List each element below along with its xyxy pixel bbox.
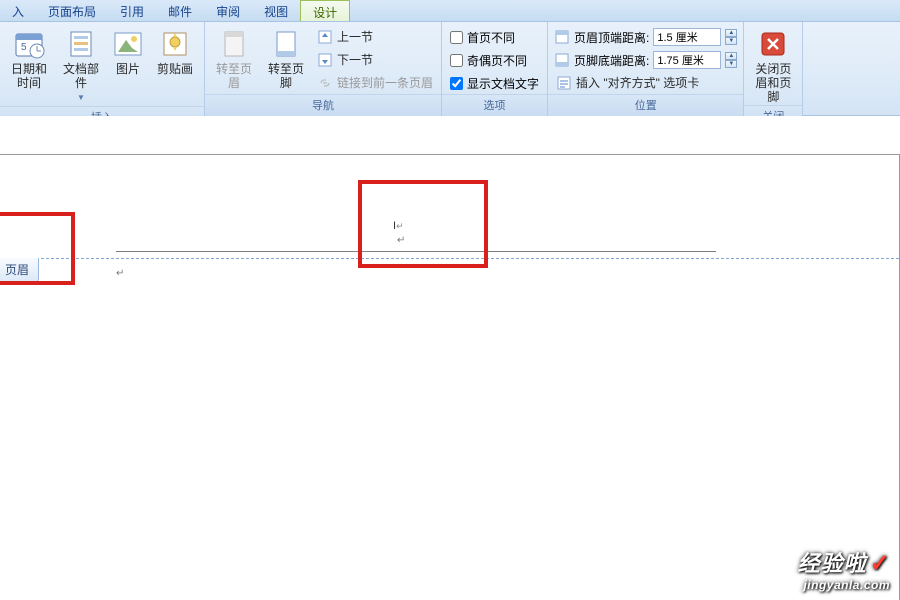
align-tab-icon	[556, 75, 572, 91]
link-prev-button[interactable]: 链接到前一条页眉	[313, 72, 437, 94]
close-hf-label: 关闭页眉和页脚	[750, 62, 796, 104]
prev-section-button[interactable]: 上一节	[313, 26, 437, 48]
tab-mail[interactable]: 邮件	[156, 0, 204, 21]
clipart-label: 剪贴画	[157, 62, 193, 76]
document-area: 页眉 I↵ ↵ ↵	[0, 116, 900, 600]
next-section-button[interactable]: 下一节	[313, 49, 437, 71]
tab-view[interactable]: 视图	[252, 0, 300, 21]
text-cursor[interactable]: I↵	[393, 220, 404, 232]
group-nav-label: 导航	[205, 94, 441, 116]
first-page-diff-check[interactable]: 首页不同	[446, 26, 543, 48]
link-icon	[317, 75, 333, 91]
watermark: 经验啦 ✓ jingyanla.com	[798, 546, 890, 592]
header-top-spinner[interactable]: ▲▼	[725, 29, 737, 45]
group-position-label: 位置	[548, 94, 743, 116]
tab-review[interactable]: 审阅	[204, 0, 252, 21]
header-distance-icon	[554, 29, 570, 45]
first-page-diff-checkbox[interactable]	[450, 31, 463, 44]
footer-bottom-row: 页脚底端距离: 1.75 厘米 ▲▼	[552, 49, 739, 71]
doc-parts-button[interactable]: 文档部件 ▼	[56, 26, 106, 106]
ribbon: 5 日期和时间 文档部件 ▼ 图片 剪贴画	[0, 22, 900, 116]
tab-reference[interactable]: 引用	[108, 0, 156, 21]
show-doc-text-check[interactable]: 显示文档文字	[446, 72, 543, 94]
paragraph-mark-1: ↵	[397, 235, 405, 246]
datetime-label: 日期和时间	[6, 62, 52, 90]
down-arrow-icon	[317, 52, 333, 68]
clipart-icon	[159, 28, 191, 60]
ribbon-group-options: 首页不同 奇偶页不同 显示文档文字 选项	[442, 22, 548, 115]
ribbon-group-nav: 转至页眉 转至页脚 上一节 下一节 链接到前一条页眉	[205, 22, 442, 115]
goto-footer-button[interactable]: 转至页脚	[261, 26, 311, 91]
ribbon-group-close: 关闭页眉和页脚 关闭	[744, 22, 803, 115]
header-tag: 页眉	[0, 258, 39, 282]
svg-text:5: 5	[21, 42, 27, 53]
datetime-button[interactable]: 5 日期和时间	[4, 26, 54, 91]
goto-header-button[interactable]: 转至页眉	[209, 26, 259, 91]
header-underline	[116, 251, 716, 252]
footer-bottom-input[interactable]: 1.75 厘米	[653, 51, 721, 69]
ribbon-group-position: 页眉顶端距离: 1.5 厘米 ▲▼ 页脚底端距离: 1.75 厘米 ▲▼	[548, 22, 744, 115]
show-doc-text-checkbox[interactable]	[450, 77, 463, 90]
parts-icon	[65, 28, 97, 60]
header-top-row: 页眉顶端距离: 1.5 厘米 ▲▼	[552, 26, 739, 48]
odd-even-diff-checkbox[interactable]	[450, 54, 463, 67]
footer-bottom-spinner[interactable]: ▲▼	[725, 52, 737, 68]
picture-label: 图片	[116, 62, 140, 76]
footer-distance-icon	[554, 52, 570, 68]
paragraph-mark-2: ↵	[116, 268, 124, 279]
tab-insert[interactable]: 入	[0, 0, 36, 21]
close-hf-button[interactable]: 关闭页眉和页脚	[748, 26, 798, 105]
dropdown-icon: ▼	[77, 91, 85, 105]
header-page-icon	[218, 28, 250, 60]
footer-page-icon	[270, 28, 302, 60]
tab-design[interactable]: 设计	[300, 0, 350, 21]
page[interactable]: 页眉 I↵ ↵ ↵	[0, 154, 900, 600]
picture-button[interactable]: 图片	[108, 26, 148, 77]
up-arrow-icon	[317, 29, 333, 45]
close-icon	[757, 28, 789, 60]
odd-even-diff-check[interactable]: 奇偶页不同	[446, 49, 543, 71]
ribbon-group-insert: 5 日期和时间 文档部件 ▼ 图片 剪贴画	[0, 22, 205, 115]
goto-header-label: 转至页眉	[211, 62, 257, 90]
header-top-input[interactable]: 1.5 厘米	[653, 28, 721, 46]
header-boundary-dashed	[0, 258, 899, 259]
goto-footer-label: 转至页脚	[263, 62, 309, 90]
picture-icon	[112, 28, 144, 60]
group-options-label: 选项	[442, 94, 547, 116]
insert-align-tab-button[interactable]: 插入 "对齐方式" 选项卡	[552, 72, 739, 94]
calendar-icon: 5	[13, 28, 45, 60]
clipart-button[interactable]: 剪贴画	[150, 26, 200, 77]
menu-tabs: 入 页面布局 引用 邮件 审阅 视图 设计	[0, 0, 900, 22]
doc-parts-label: 文档部件	[58, 62, 104, 90]
tab-layout[interactable]: 页面布局	[36, 0, 108, 21]
